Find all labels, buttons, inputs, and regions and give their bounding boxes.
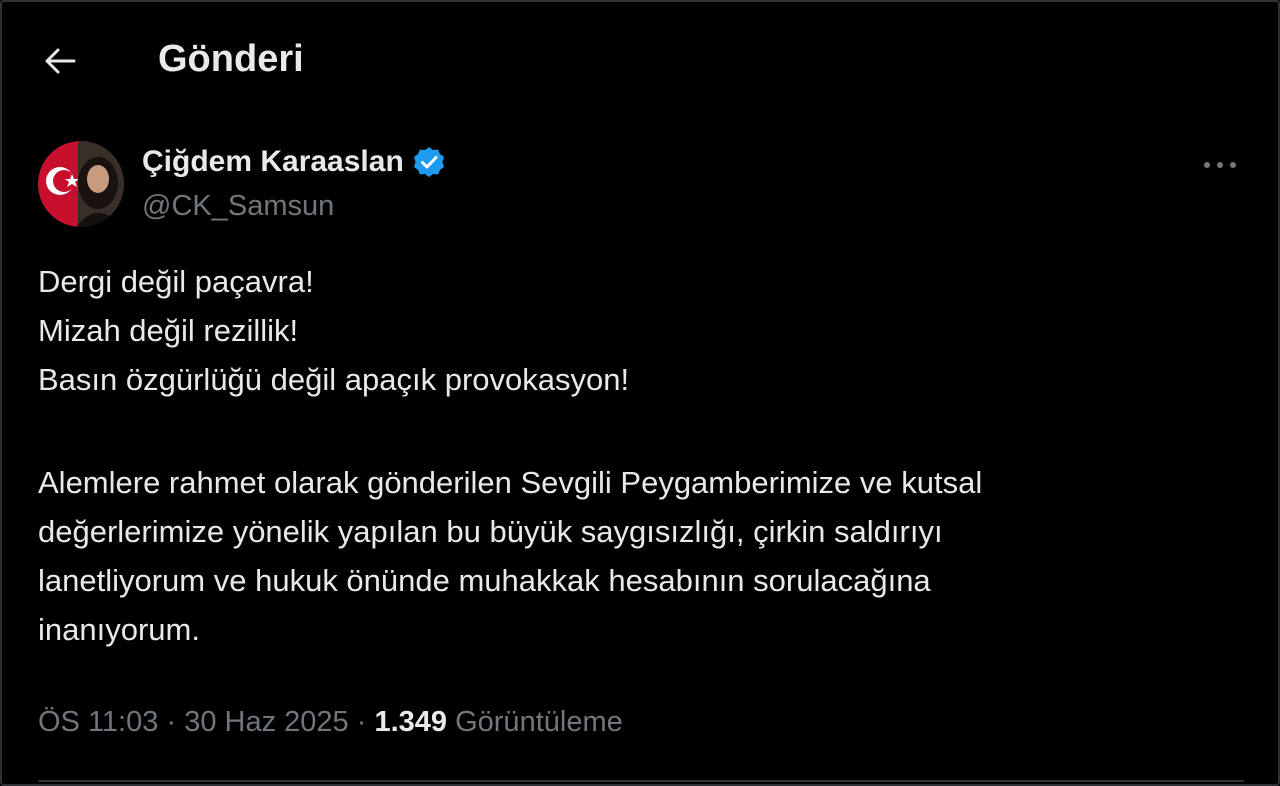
arrow-left-icon	[45, 48, 76, 74]
page-title: Gönderi	[158, 38, 304, 80]
divider	[38, 780, 1244, 782]
meta-separator: ·	[166, 706, 177, 738]
tweet-text: Dergi değil paçavra! Mizah değil rezilli…	[38, 257, 1238, 654]
tweet-line: Basın özgürlüğü değil apaçık provokasyon…	[38, 362, 630, 397]
tweet-line: Mizah değil rezillik!	[38, 313, 299, 348]
tweet-date[interactable]: 30 Haz 2025	[184, 706, 348, 738]
profile-photo-icon	[38, 141, 124, 227]
author-name[interactable]: Çiğdem Karaaslan	[142, 142, 404, 182]
more-horizontal-icon	[1204, 162, 1236, 168]
tweet-line: lanetliyorum ve hukuk önünde muhakkak he…	[38, 563, 931, 598]
tweet-line: inanıyorum.	[38, 612, 200, 647]
avatar[interactable]	[38, 141, 124, 227]
tweet-meta: ÖS 11:03 · 30 Haz 2025 · 1.349 Görüntüle…	[38, 700, 623, 744]
verified-badge-icon[interactable]	[412, 145, 446, 179]
author-handle[interactable]: @CK_Samsun	[142, 188, 446, 224]
tweet-time[interactable]: ÖS 11:03	[38, 706, 158, 738]
tweet-line: Dergi değil paçavra!	[38, 264, 314, 299]
back-button[interactable]	[40, 44, 80, 78]
page-header: Gönderi	[0, 0, 1280, 118]
more-options-button[interactable]	[1200, 150, 1240, 180]
views-label[interactable]: Görüntüleme	[455, 706, 623, 738]
meta-separator: ·	[356, 706, 367, 738]
author-name-row: Çiğdem Karaaslan	[142, 142, 446, 182]
tweet-line: değerlerimize yönelik yapılan bu büyük s…	[38, 514, 943, 549]
views-count[interactable]: 1.349	[374, 706, 447, 738]
tweet-line: Alemlere rahmet olarak gönderilen Sevgil…	[38, 465, 983, 500]
author-block: Çiğdem Karaaslan @CK_Samsun	[142, 142, 446, 224]
